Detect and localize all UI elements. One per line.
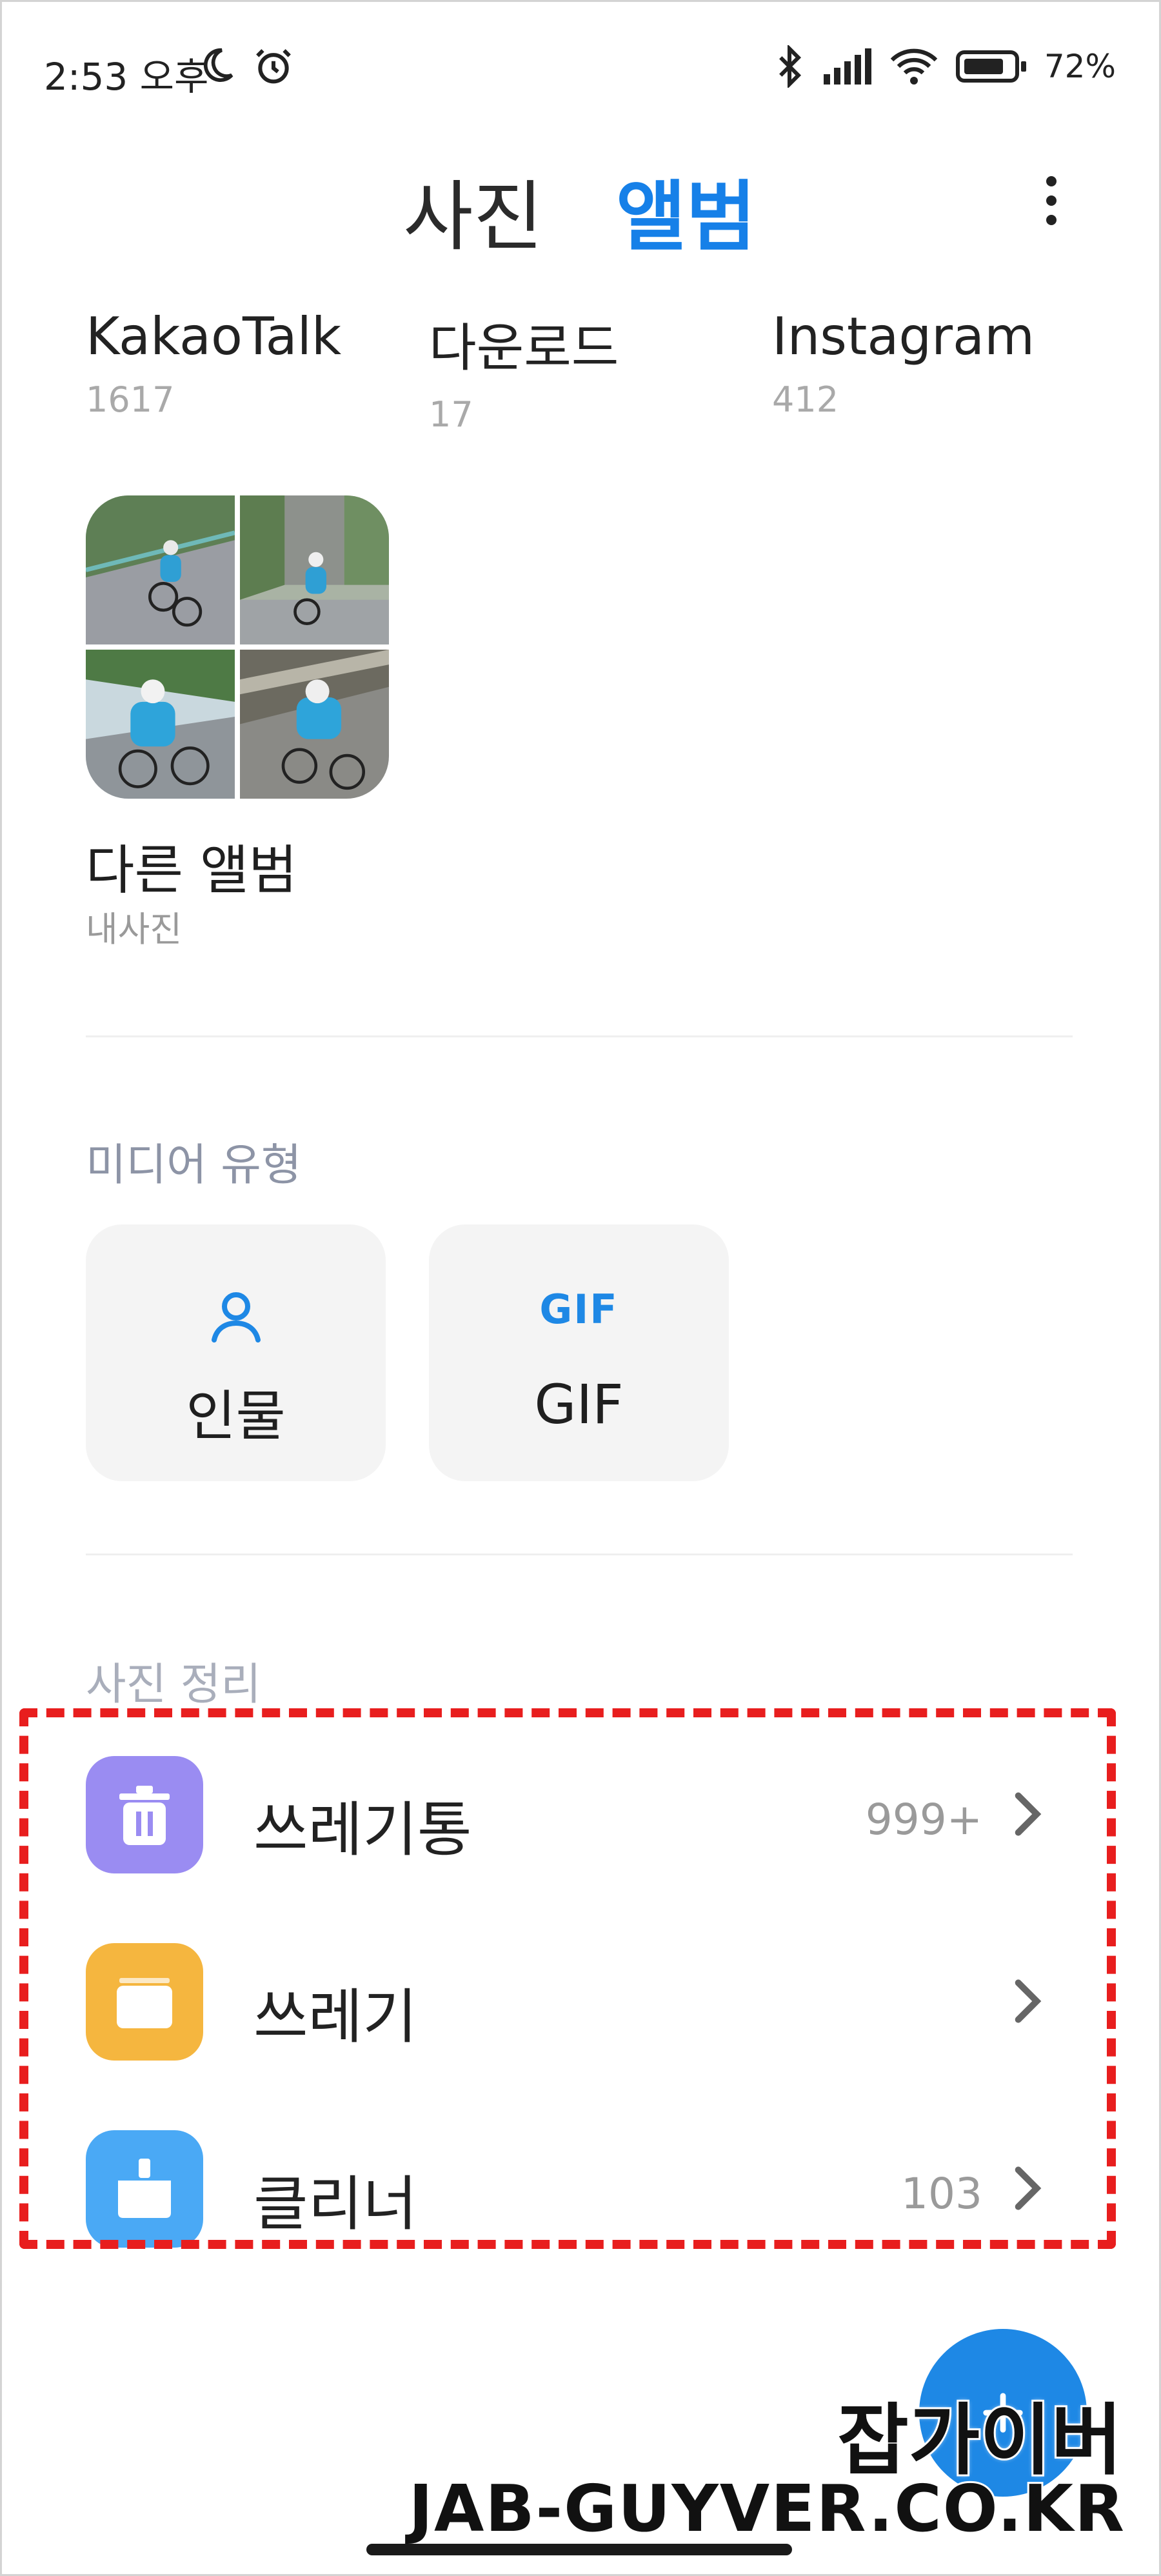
divider <box>86 1035 1073 1037</box>
person-icon <box>86 1286 386 1350</box>
header: 사진 앨범 <box>0 135 1161 265</box>
bluetooth-icon <box>779 45 801 88</box>
album-instagram[interactable]: Instagram 412 <box>772 306 1035 420</box>
more-options-icon[interactable] <box>1038 171 1064 235</box>
status-icons-right: 72% <box>775 45 1116 88</box>
moon-icon <box>203 48 233 83</box>
media-card-label: 인물 <box>186 1384 286 1448</box>
other-album-title[interactable]: 다른 앨범 <box>86 827 297 904</box>
tab-photos[interactable]: 사진 <box>403 155 543 265</box>
album-count: 17 <box>429 394 473 435</box>
wifi-icon <box>890 48 938 85</box>
album-count: 412 <box>772 379 839 420</box>
album-downloads[interactable]: 다운로드 17 <box>429 306 619 435</box>
status-icons-left <box>197 45 295 88</box>
album-thumbnail <box>240 650 389 799</box>
divider <box>86 1553 1073 1555</box>
alarm-icon <box>256 49 291 84</box>
status-bar: 2:53 오후 72% <box>0 0 1161 135</box>
album-kakaotalk[interactable]: KakaoTalk 1617 <box>86 306 341 420</box>
media-card-label: GIF <box>534 1373 624 1436</box>
album-thumbnail <box>240 495 389 644</box>
signal-icon <box>823 48 871 85</box>
watermark-english: JAB-GUYVER.CO.KR <box>407 2469 1126 2548</box>
gif-icon: GIF <box>429 1286 729 1350</box>
other-album-subtitle: 내사진 <box>86 909 183 950</box>
album-thumbnail <box>86 495 235 644</box>
album-name: KakaoTalk <box>86 306 342 366</box>
highlight-annotation <box>19 1708 1116 2249</box>
battery-icon <box>955 50 1026 83</box>
media-card-people[interactable]: 인물 <box>86 1224 386 1481</box>
cleanup-label: 사진 정리 <box>86 1659 261 1710</box>
album-name: Instagram <box>772 306 1035 366</box>
home-indicator[interactable] <box>366 2544 792 2555</box>
album-name: 다운로드 <box>429 318 619 378</box>
media-card-gif[interactable]: GIF GIF <box>429 1224 729 1481</box>
album-thumbnail <box>86 650 235 799</box>
other-album-cover[interactable] <box>86 495 389 799</box>
media-types-label: 미디어 유형 <box>86 1140 302 1191</box>
tab-albums[interactable]: 앨범 <box>616 155 756 265</box>
album-count: 1617 <box>86 379 175 420</box>
battery-percent: 72% <box>1044 48 1116 85</box>
gif-icon-text: GIF <box>539 1286 619 1333</box>
status-time: 2:53 오후 <box>44 55 209 99</box>
